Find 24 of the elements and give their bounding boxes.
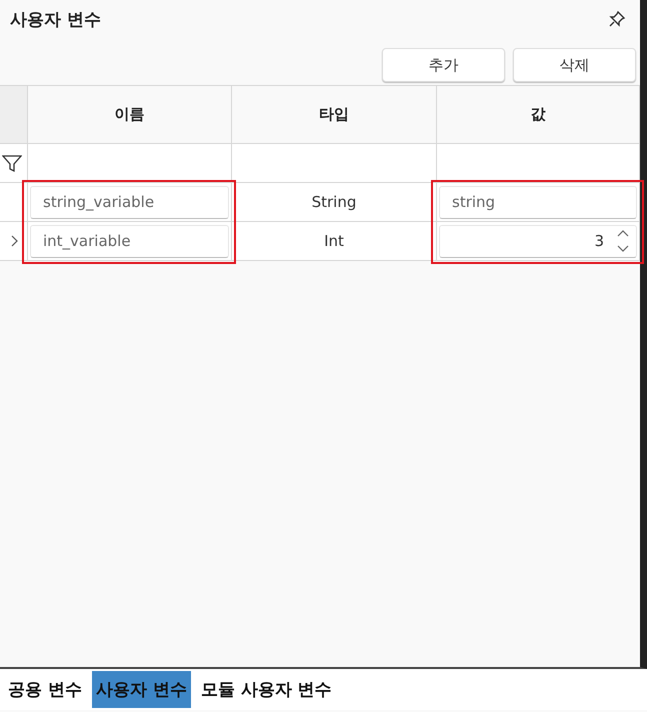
tab[interactable]: 사용자 변수 xyxy=(92,671,191,708)
filter-cell[interactable] xyxy=(437,144,640,183)
name-field[interactable]: int_variable xyxy=(30,224,229,258)
row-header[interactable] xyxy=(0,222,28,261)
value-field[interactable]: string xyxy=(439,186,637,218)
spinner-icon[interactable] xyxy=(616,228,630,254)
name-field[interactable]: string_variable xyxy=(30,186,229,218)
pin-icon[interactable] xyxy=(608,10,626,28)
tab[interactable]: 공용 변수 xyxy=(4,671,86,708)
number-field[interactable]: 3 xyxy=(439,224,637,258)
filter-cell[interactable] xyxy=(28,144,232,183)
toolbar-button[interactable]: 추가 xyxy=(382,48,505,82)
chevron-icon[interactable] xyxy=(10,235,18,247)
column-header[interactable]: 이름 xyxy=(28,85,232,144)
type-cell: Int xyxy=(232,222,437,261)
tab[interactable]: 모듈 사용자 변수 xyxy=(196,671,336,708)
type-cell: String xyxy=(232,183,437,222)
filter-icon[interactable] xyxy=(2,153,22,173)
filter-cell[interactable] xyxy=(232,144,437,183)
column-header[interactable]: 값 xyxy=(437,85,640,144)
toolbar-button[interactable]: 삭제 xyxy=(513,48,636,82)
row-header[interactable] xyxy=(0,183,28,222)
column-header[interactable]: 타입 xyxy=(232,85,437,144)
panel-title: 사용자 변수 xyxy=(10,8,101,30)
